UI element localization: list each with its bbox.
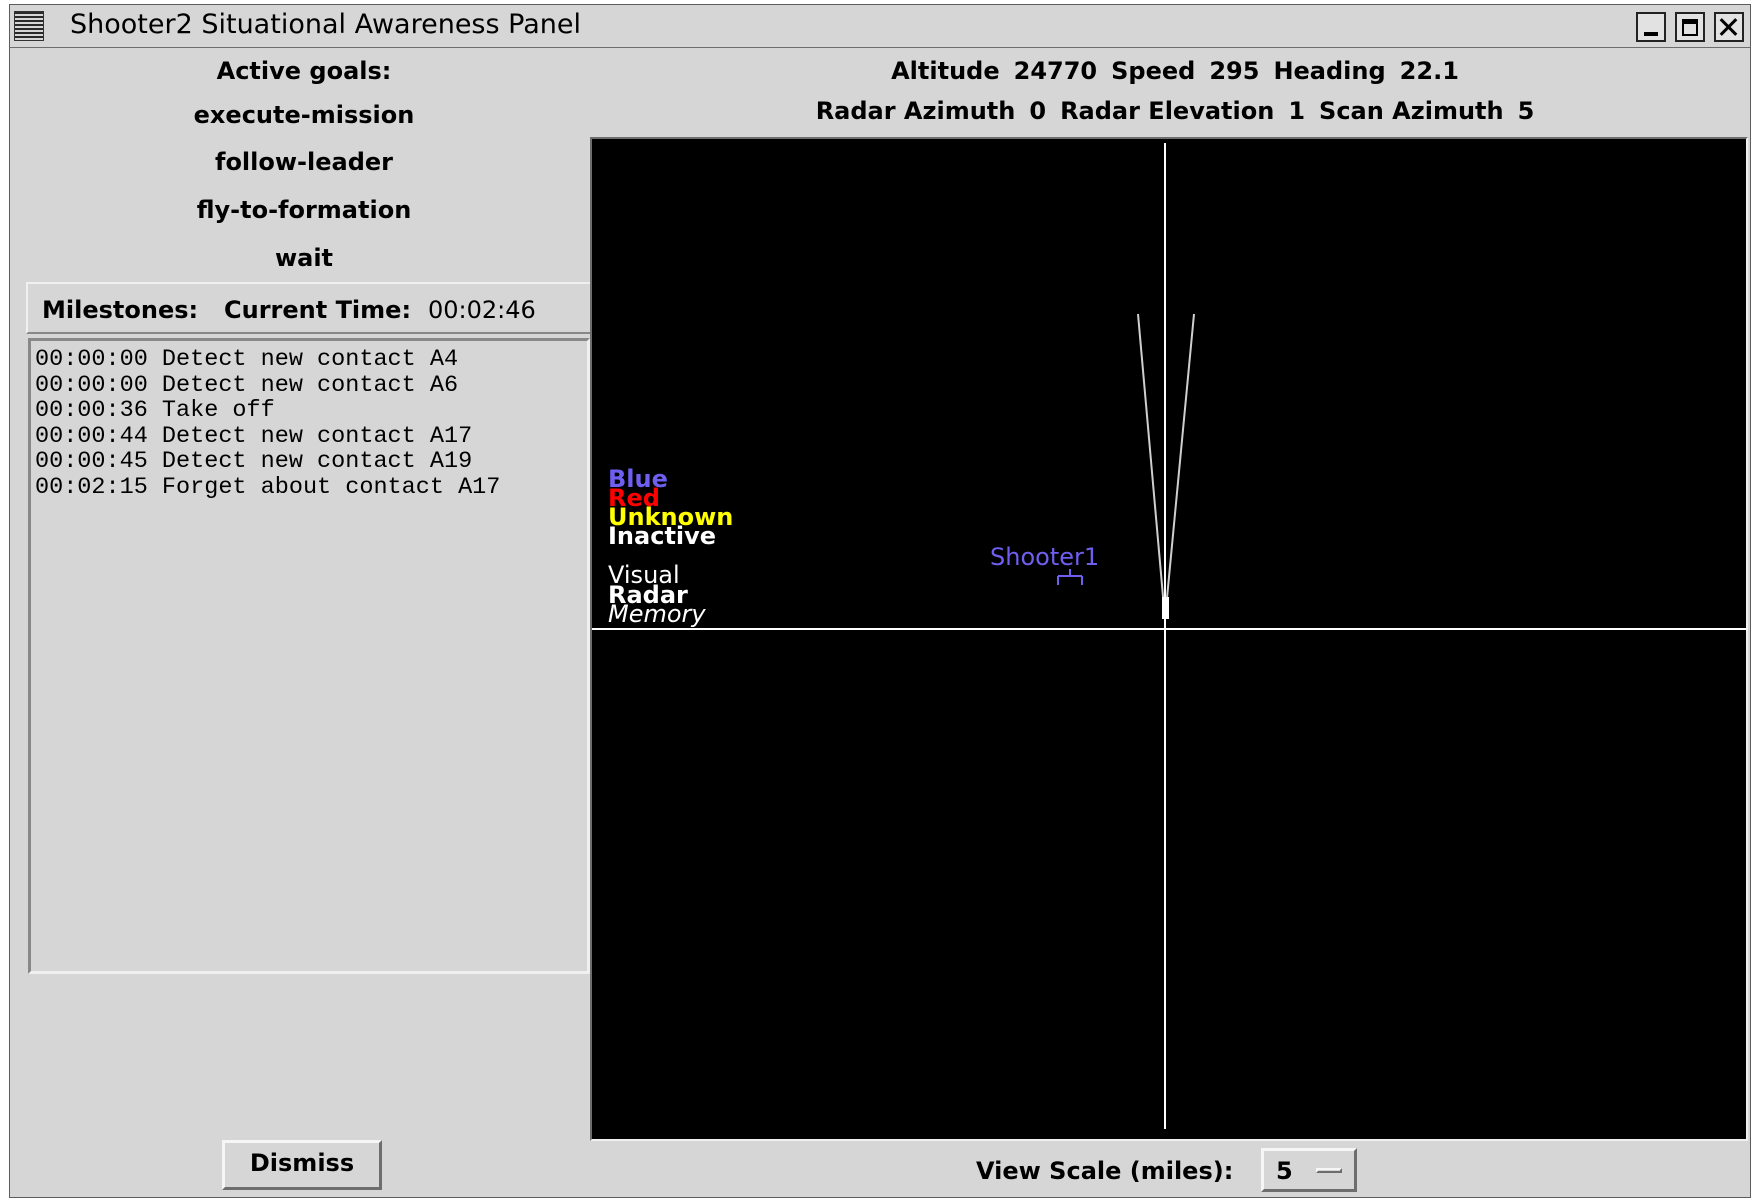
scan-line-left <box>1137 313 1166 620</box>
minimize-icon[interactable] <box>1636 12 1666 42</box>
active-goals-heading: Active goals: <box>216 57 392 85</box>
radar-display[interactable]: Blue Red Unknown Inactive Visual Radar M… <box>590 137 1748 1141</box>
window-title: Shooter2 Situational Awareness Panel <box>70 9 581 40</box>
view-scale-value: 5 <box>1276 1157 1293 1185</box>
legend-inactive: Inactive <box>608 522 717 550</box>
heading-value: 22.1 <box>1399 57 1459 85</box>
title-bar[interactable]: Shooter2 Situational Awareness Panel <box>10 5 1750 48</box>
view-scale-label: View Scale (miles): <box>976 1157 1234 1185</box>
log-entry: 00:00:00 Detect new contact A4 <box>35 346 459 373</box>
contact-label[interactable]: Shooter1 <box>990 545 1099 569</box>
goal-item: wait <box>274 244 334 272</box>
radar-graphics <box>592 143 1746 1129</box>
radar-azimuth-value: 0 <box>1029 97 1047 125</box>
dismiss-button[interactable]: Dismiss <box>222 1140 382 1190</box>
speed-value: 295 <box>1209 57 1260 85</box>
dropdown-indicator-icon <box>1316 1168 1342 1173</box>
radar-status-line: Radar Azimuth 0 Radar Elevation 1 Scan Azimu… <box>598 97 1752 125</box>
log-entry: 00:02:15 Forget about contact A17 <box>35 473 501 501</box>
log-entry: 00:00:44 Detect new contact A17 <box>35 422 473 450</box>
altitude-value: 24770 <box>1013 57 1098 85</box>
view-scale-select[interactable]: 5 <box>1261 1148 1357 1192</box>
radar-azimuth-label: Radar Azimuth <box>815 97 1016 125</box>
legend-memory: Memory <box>608 600 706 628</box>
goal-item: follow-leader <box>215 148 393 176</box>
milestone-log[interactable]: 00:00:00 Detect new contact A4 00:00:00 … <box>28 338 590 974</box>
log-entry: 00:00:36 Take off <box>35 397 275 424</box>
log-entry: 00:00:00 Detect new contact A6 <box>35 371 459 399</box>
current-time-value: 00:02:46 <box>428 296 536 324</box>
scan-line-right <box>1164 313 1195 620</box>
log-entry: 00:00:45 Detect new contact A19 <box>35 448 473 475</box>
app-window: Shooter2 Situational Awareness Panel Act… <box>9 4 1751 1198</box>
scan-azimuth-value: 5 <box>1517 97 1535 125</box>
maximize-icon[interactable] <box>1675 12 1705 42</box>
altitude-label: Altitude <box>891 57 1000 85</box>
aircraft-icon <box>1057 569 1083 585</box>
window-menu-icon[interactable] <box>14 11 44 41</box>
radar-elevation-label: Radar Elevation <box>1060 97 1275 125</box>
radar-elevation-value: 1 <box>1288 97 1306 125</box>
goal-item: execute-mission <box>193 101 415 129</box>
close-icon[interactable] <box>1714 12 1744 42</box>
current-time-label: Current Time: <box>224 296 412 324</box>
scan-azimuth-label: Scan Azimuth <box>1319 97 1504 125</box>
flight-status-line: Altitude 24770 Speed 295 Heading 22.1 <box>598 57 1752 85</box>
ownship-marker <box>1162 597 1169 619</box>
heading-label: Heading <box>1273 57 1386 85</box>
milestones-header: Milestones: Current Time: 00:02:46 <box>26 282 594 334</box>
speed-label: Speed <box>1111 57 1196 85</box>
goal-item: fly-to-formation <box>196 196 412 224</box>
milestones-label: Milestones: <box>42 296 199 324</box>
